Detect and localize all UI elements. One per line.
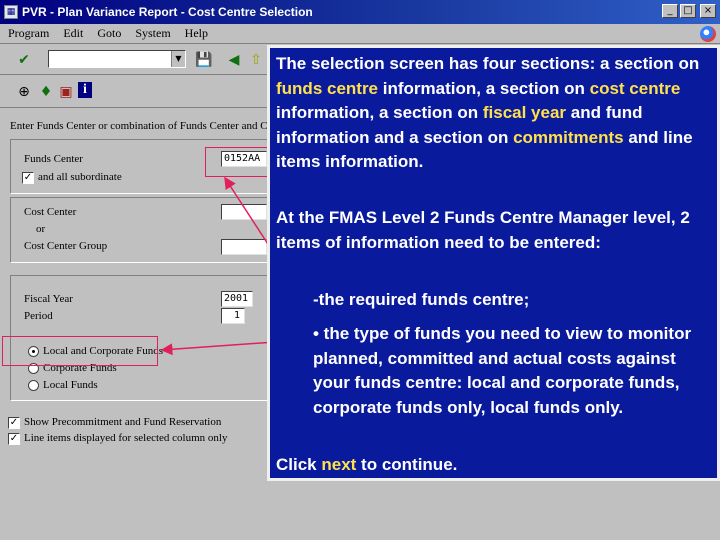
precommitment-checkbox[interactable]: ✓ — [8, 417, 20, 429]
variant-icon[interactable]: ♦ — [36, 82, 56, 102]
or-label: or — [36, 223, 46, 235]
next-link[interactable]: next — [321, 455, 356, 474]
maximize-button[interactable]: □ — [680, 4, 696, 18]
title-bar: ▦ PVR - Plan Variance Report - Cost Cent… — [0, 0, 720, 24]
fiscal-year-input[interactable]: 2001 — [221, 291, 253, 307]
panel-intro: The selection screen has four sections: … — [276, 54, 700, 171]
close-button[interactable]: × — [700, 4, 716, 18]
fiscal-year-label: Fiscal Year — [24, 293, 73, 305]
app-icon[interactable]: ▦ — [4, 5, 18, 19]
panel-bullet-fund-type: • the type of funds you need to view to … — [313, 324, 692, 417]
precommitment-label: Show Precommitment and Fund Reservation — [24, 416, 222, 428]
keyword-fiscal-year: fiscal year — [482, 103, 567, 122]
local-funds-radio[interactable] — [28, 380, 39, 391]
funds-center-label: Funds Center — [24, 153, 83, 165]
line-items-checkbox[interactable]: ✓ — [8, 433, 20, 445]
line-items-label: Line items displayed for selected column… — [24, 432, 228, 444]
exit-icon[interactable]: ⇧ — [246, 50, 266, 70]
cost-center-group-input[interactable] — [221, 239, 267, 255]
menu-program[interactable]: Program — [8, 26, 49, 41]
keyword-commitments: commitments — [513, 127, 624, 147]
period-label: Period — [24, 310, 53, 322]
cost-center-group-label: Cost Center Group — [24, 240, 108, 252]
menu-system[interactable]: System — [135, 26, 170, 41]
panel-continue: Click next to continue. — [276, 455, 458, 474]
funds-center-highlight — [205, 147, 272, 177]
menu-goto[interactable]: Goto — [97, 26, 121, 41]
execute-icon[interactable]: ⊕ — [14, 82, 34, 102]
keyword-cost-centre: cost centre — [589, 78, 681, 98]
save-icon[interactable]: 💾 — [194, 50, 214, 70]
window-title: PVR - Plan Variance Report - Cost Centre… — [22, 5, 313, 19]
cost-center-input[interactable] — [221, 204, 267, 220]
cost-center-label: Cost Center — [24, 206, 77, 218]
menu-edit[interactable]: Edit — [63, 26, 83, 41]
period-input[interactable]: 1 — [221, 308, 245, 324]
chevron-down-icon[interactable]: ▼ — [171, 51, 185, 67]
sap-logo-icon — [700, 26, 716, 42]
instruction-panel: The selection screen has four sections: … — [267, 45, 720, 481]
all-subordinate-checkbox[interactable]: ✓ — [22, 172, 34, 184]
minimize-button[interactable]: _ — [662, 4, 678, 18]
copy-icon[interactable]: ▣ — [56, 82, 76, 102]
check-icon[interactable]: ✔ — [14, 50, 34, 70]
menu-bar: Program Edit Goto System Help — [0, 24, 720, 44]
menu-help[interactable]: Help — [185, 26, 208, 41]
command-field[interactable]: ▼ — [48, 50, 186, 68]
panel-level-info: At the FMAS Level 2 Funds Centre Manager… — [276, 208, 690, 252]
local-funds-label: Local Funds — [43, 379, 98, 391]
panel-bullet-funds-centre: -the required funds centre; — [313, 290, 530, 309]
info-icon[interactable]: i — [78, 82, 92, 98]
back-icon[interactable]: ◀ — [224, 50, 244, 70]
keyword-funds-centre: funds centre — [276, 78, 379, 98]
fund-type-highlight — [2, 336, 158, 366]
all-subordinate-label: and all subordinate — [38, 171, 122, 183]
